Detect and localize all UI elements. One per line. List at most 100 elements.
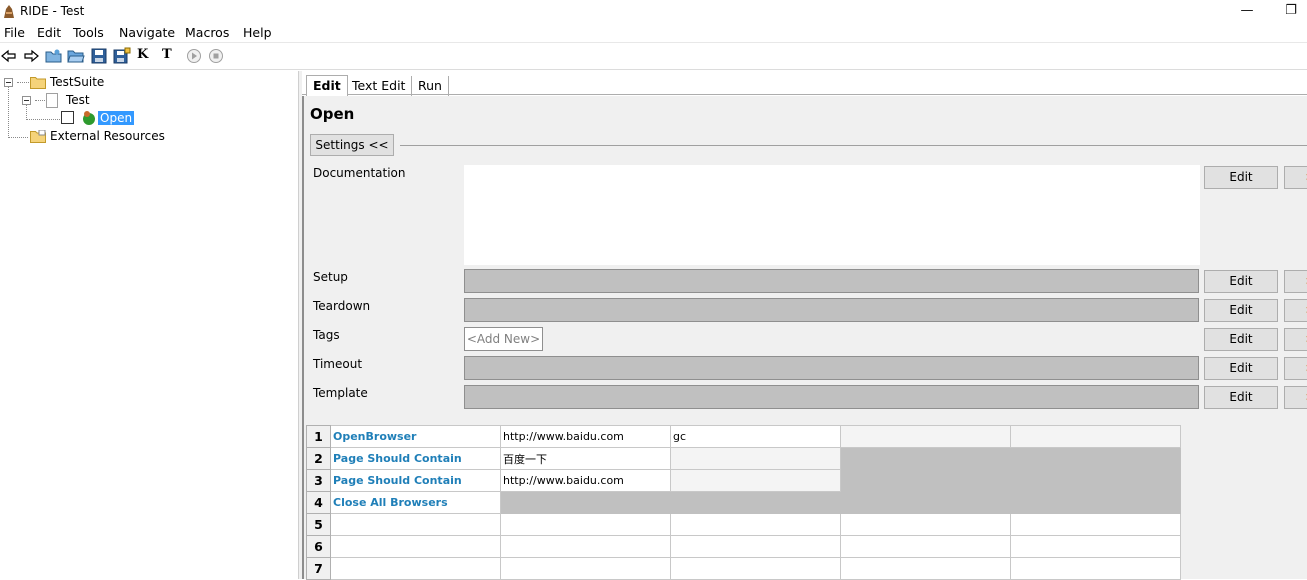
unused-cell[interactable] <box>1010 469 1181 492</box>
restore-button[interactable]: ❐ <box>1278 2 1304 20</box>
run-icon[interactable] <box>185 47 203 65</box>
argument-cell[interactable] <box>1010 535 1181 558</box>
settings-toggle-button[interactable]: Settings << <box>310 134 394 156</box>
tree-collapse-test-toggle[interactable] <box>22 96 31 105</box>
documentation-field[interactable] <box>464 165 1200 265</box>
tree-connector <box>8 86 9 138</box>
keyword-cell[interactable]: Page Should Contain <box>330 469 501 492</box>
teardown-edit-button[interactable]: Edit <box>1204 299 1278 322</box>
argument-cell[interactable]: 百度一下 <box>500 447 671 470</box>
menu-help[interactable]: Help <box>243 25 272 40</box>
open-directory-icon[interactable] <box>45 47 63 65</box>
argument-cell[interactable] <box>670 557 841 580</box>
timeout-clear-button[interactable]: × <box>1284 357 1307 380</box>
setup-clear-button[interactable]: × <box>1284 270 1307 293</box>
search-tests-icon[interactable]: T <box>162 47 172 62</box>
tree-connector <box>35 100 45 101</box>
tree-connector <box>26 105 27 120</box>
argument-cell[interactable] <box>670 513 841 536</box>
argument-cell[interactable] <box>670 535 841 558</box>
documentation-clear-button[interactable]: × <box>1284 166 1307 189</box>
table-row: 6 <box>306 535 1181 558</box>
argument-cell[interactable]: gc <box>670 425 841 448</box>
tags-add-new-button[interactable]: <Add New> <box>464 327 543 351</box>
argument-cell[interactable]: http://www.baidu.com <box>500 425 671 448</box>
teardown-field[interactable] <box>464 298 1199 322</box>
row-number[interactable]: 6 <box>306 535 331 558</box>
keyword-cell[interactable]: Close All Browsers <box>330 491 501 514</box>
row-number[interactable]: 3 <box>306 469 331 492</box>
tree-item-testsuite[interactable]: TestSuite <box>50 75 104 89</box>
keyword-cell[interactable] <box>330 557 501 580</box>
unused-cell[interactable] <box>840 491 1011 514</box>
timeout-field[interactable] <box>464 356 1199 380</box>
argument-cell[interactable] <box>500 513 671 536</box>
row-number[interactable]: 5 <box>306 513 331 536</box>
keyword-cell[interactable]: Page Should Contain <box>330 447 501 470</box>
tree-collapse-suite-toggle[interactable] <box>4 78 13 87</box>
table-row: 2 Page Should Contain 百度一下 <box>306 447 1181 470</box>
keyword-cell[interactable] <box>330 513 501 536</box>
setup-field[interactable] <box>464 269 1199 293</box>
menu-tools[interactable]: Tools <box>73 25 104 40</box>
tags-edit-button[interactable]: Edit <box>1204 328 1278 351</box>
tree-connector <box>17 82 29 83</box>
menu-file[interactable]: File <box>4 25 25 40</box>
argument-cell[interactable] <box>500 557 671 580</box>
menu-edit[interactable]: Edit <box>37 25 61 40</box>
tree-item-open[interactable]: Open <box>98 111 135 125</box>
argument-cell[interactable] <box>840 557 1011 580</box>
row-number[interactable]: 1 <box>306 425 331 448</box>
editor-tabs: Edit Text Edit Run <box>302 71 1307 96</box>
open-folder-icon[interactable] <box>67 47 85 65</box>
keyword-cell[interactable] <box>330 535 501 558</box>
unused-cell[interactable] <box>1010 447 1181 470</box>
argument-cell[interactable] <box>670 447 841 470</box>
back-arrow-icon[interactable] <box>0 47 18 65</box>
unused-cell[interactable] <box>500 491 671 514</box>
file-icon <box>46 93 58 108</box>
argument-cell[interactable]: http://www.baidu.com <box>500 469 671 492</box>
template-clear-button[interactable]: × <box>1284 386 1307 409</box>
search-keywords-icon[interactable]: K <box>137 47 148 62</box>
timeout-edit-button[interactable]: Edit <box>1204 357 1278 380</box>
unused-cell[interactable] <box>840 447 1011 470</box>
unused-cell[interactable] <box>840 469 1011 492</box>
tree-connector <box>8 137 28 138</box>
template-edit-button[interactable]: Edit <box>1204 386 1278 409</box>
argument-cell[interactable] <box>1010 513 1181 536</box>
keyword-cell[interactable]: OpenBrowser <box>330 425 501 448</box>
argument-cell[interactable] <box>1010 557 1181 580</box>
tab-edit[interactable]: Edit <box>306 75 348 96</box>
stop-icon[interactable] <box>207 47 225 65</box>
tab-run[interactable]: Run <box>412 76 449 96</box>
forward-arrow-icon[interactable] <box>22 47 40 65</box>
title-bar: RIDE - Test — ❐ <box>0 0 1307 22</box>
save-icon[interactable] <box>90 47 108 65</box>
argument-cell[interactable] <box>670 469 841 492</box>
argument-cell[interactable] <box>840 425 1011 448</box>
test-case-title: Open <box>310 105 355 123</box>
argument-cell[interactable] <box>500 535 671 558</box>
argument-cell[interactable] <box>840 513 1011 536</box>
documentation-edit-button[interactable]: Edit <box>1204 166 1278 189</box>
argument-cell[interactable] <box>840 535 1011 558</box>
unused-cell[interactable] <box>1010 491 1181 514</box>
row-number[interactable]: 2 <box>306 447 331 470</box>
tree-item-test[interactable]: Test <box>66 93 90 107</box>
teardown-clear-button[interactable]: × <box>1284 299 1307 322</box>
minimize-button[interactable]: — <box>1234 2 1260 20</box>
tab-text-edit[interactable]: Text Edit <box>346 76 413 96</box>
save-all-icon[interactable] <box>113 47 131 65</box>
tags-clear-button[interactable]: × <box>1284 328 1307 351</box>
menu-navigate[interactable]: Navigate <box>119 25 175 40</box>
row-number[interactable]: 4 <box>306 491 331 514</box>
tree-item-external-resources[interactable]: External Resources <box>50 129 165 143</box>
test-case-checkbox[interactable] <box>61 111 74 124</box>
row-number[interactable]: 7 <box>306 557 331 580</box>
setup-edit-button[interactable]: Edit <box>1204 270 1278 293</box>
unused-cell[interactable] <box>670 491 841 514</box>
template-field[interactable] <box>464 385 1199 409</box>
menu-macros[interactable]: Macros <box>185 25 229 40</box>
argument-cell[interactable] <box>1010 425 1181 448</box>
